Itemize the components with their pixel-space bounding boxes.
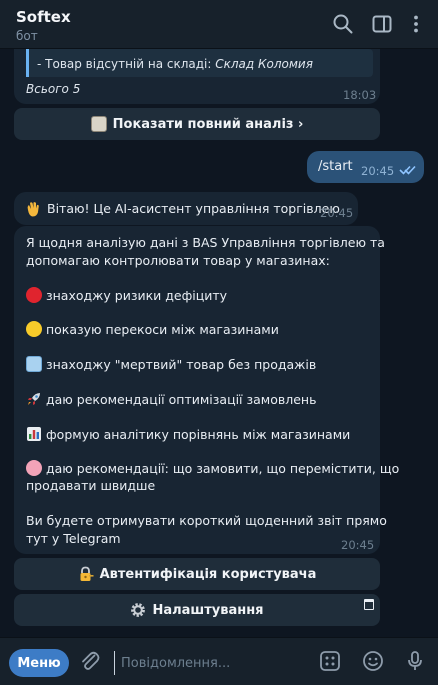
waving-hand-icon xyxy=(27,202,39,217)
settings-button[interactable]: Налаштування xyxy=(14,594,380,626)
bar-chart-icon xyxy=(27,427,41,441)
more-vert-icon[interactable] xyxy=(404,12,428,36)
sidebar-toggle-icon[interactable] xyxy=(370,12,394,36)
chat-area[interactable]: - Товар відсутній на складі: Склад Колом… xyxy=(0,49,438,637)
ice-cube-icon xyxy=(26,356,42,372)
rocket-icon xyxy=(28,393,40,405)
message-time: 18:03 xyxy=(343,88,377,102)
quote-line: - Товар відсутній на складі: xyxy=(37,57,216,71)
outgoing-message: /start 20:45 xyxy=(307,151,424,183)
emoji-icon[interactable] xyxy=(361,649,385,673)
list-item: знаходжу ризики дефіциту xyxy=(26,287,227,303)
commands-icon[interactable] xyxy=(318,649,342,673)
red-circle-icon xyxy=(26,287,42,303)
locked-with-key-icon xyxy=(80,566,94,581)
list-item-continuation: продавати швидше xyxy=(26,478,156,493)
greeting-text: Вітаю! Це AI-асистент управління торгівл… xyxy=(47,201,340,216)
message-time: 20:45 xyxy=(341,538,375,552)
intro-line: тут у Telegram xyxy=(26,531,121,546)
clipboard-icon xyxy=(90,116,107,132)
list-item: даю рекомендації оптимізації замовлень xyxy=(26,391,316,407)
authentication-button[interactable]: Автентифікація користувача xyxy=(14,558,380,590)
list-item: показую перекоси між магазинами xyxy=(26,321,279,337)
greeting-message: Вітаю! Це AI-асистент управління торгівл… xyxy=(14,192,358,225)
intro-line: допомагаю контролювати товар у магазинах… xyxy=(26,253,330,268)
message-time: 20:45 xyxy=(361,164,395,178)
chat-subtitle: бот xyxy=(16,29,38,43)
list-item: знаходжу "мертвий" товар без продажів xyxy=(26,356,316,372)
intro-message xyxy=(14,226,380,554)
mic-icon[interactable] xyxy=(403,649,427,673)
yellow-circle-icon xyxy=(26,321,42,337)
menu-button[interactable]: Меню xyxy=(9,649,69,677)
open-in-window-icon xyxy=(364,599,374,610)
message-time: 20:45 xyxy=(320,206,354,220)
attach-icon[interactable] xyxy=(78,649,102,673)
analysis-total: Всього 5 xyxy=(26,82,81,96)
chat-header: Softex бот xyxy=(0,0,438,49)
gear-icon xyxy=(131,603,146,617)
list-item: даю рекомендації: що замовити, що перемі… xyxy=(26,460,399,476)
intro-line: Я щодня аналізую дані з BAS Управління т… xyxy=(26,235,385,250)
double-check-icon xyxy=(399,165,416,175)
outgoing-text: /start xyxy=(318,159,353,174)
quote-block: - Товар відсутній на складі: Склад Колом… xyxy=(26,49,373,77)
message-composer: Меню xyxy=(0,637,438,685)
chat-title[interactable]: Softex xyxy=(16,8,71,26)
intro-line: Ви будете отримувати короткий щоденний з… xyxy=(26,513,387,528)
quote-store: Склад Коломия xyxy=(215,57,313,71)
show-full-analysis-button[interactable]: Показати повний аналіз › xyxy=(14,108,380,140)
list-item: формую аналітику порівнянь між магазинам… xyxy=(26,426,350,442)
message-input[interactable] xyxy=(114,651,313,675)
search-icon[interactable] xyxy=(331,12,355,36)
brain-icon xyxy=(26,460,42,476)
